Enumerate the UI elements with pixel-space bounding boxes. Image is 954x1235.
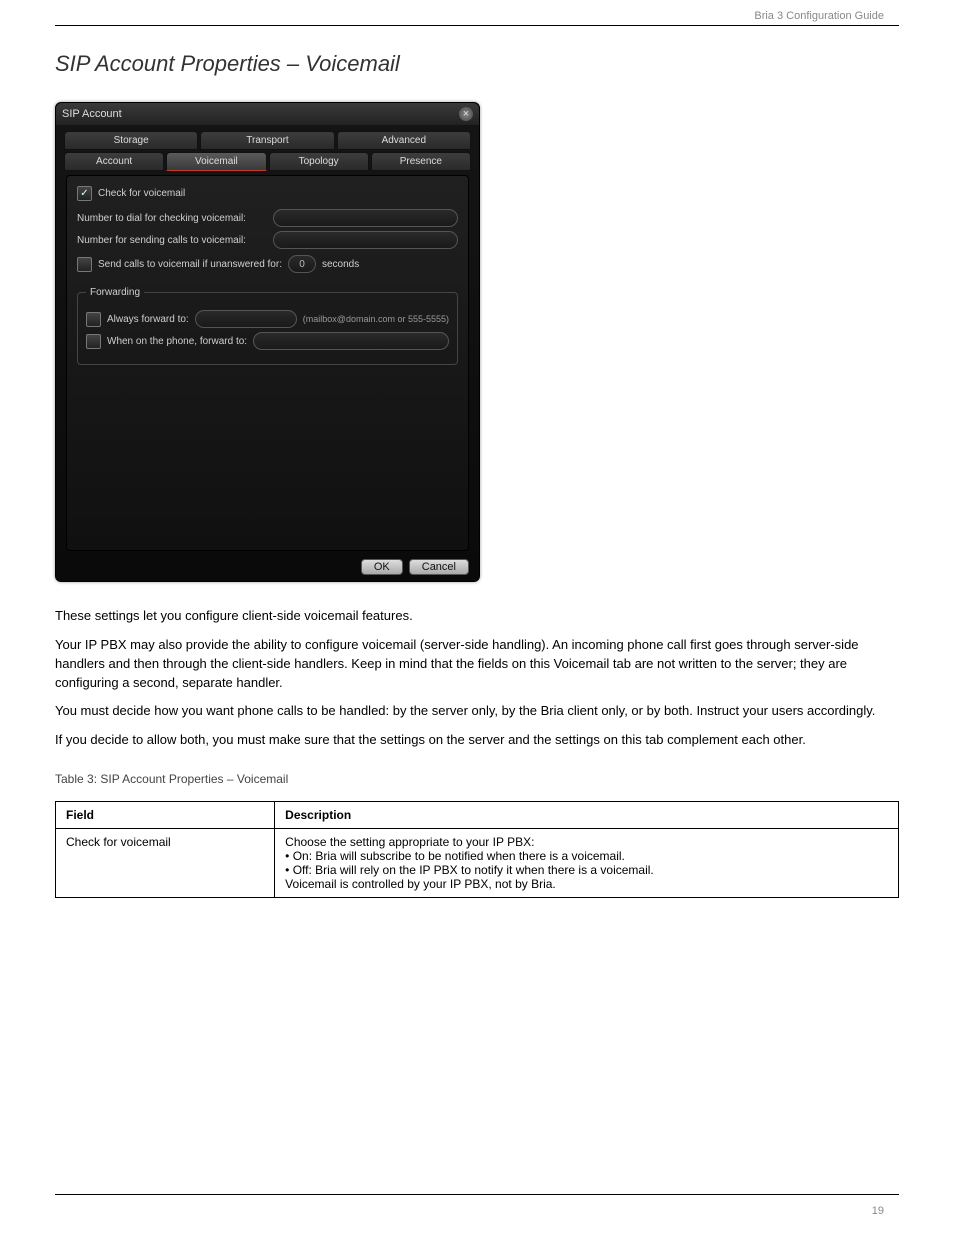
table-caption: Table 3: SIP Account Properties – Voicem… bbox=[55, 772, 899, 786]
cell-description: Choose the setting appropriate to your I… bbox=[275, 829, 899, 898]
page-number: 19 bbox=[872, 1205, 884, 1217]
num-dial-input[interactable] bbox=[273, 209, 458, 227]
cell-desc-tail: Voicemail is controlled by your IP PBX, … bbox=[285, 877, 556, 891]
table-header-row: Field Description bbox=[56, 802, 899, 829]
send-unanswered-label: Send calls to voicemail if unanswered fo… bbox=[98, 259, 282, 270]
tab-label: Advanced bbox=[382, 135, 426, 146]
always-forward-hint: (mailbox@domain.com or 555-5555) bbox=[303, 314, 449, 324]
cell-desc-bullet: Off: Bria will rely on the IP PBX to not… bbox=[293, 863, 654, 877]
para-3: You must decide how you want phone calls… bbox=[55, 702, 899, 721]
tab-storage[interactable]: Storage bbox=[64, 131, 198, 150]
para-4: If you decide to allow both, you must ma… bbox=[55, 731, 899, 750]
on-phone-forward-input[interactable] bbox=[253, 332, 449, 350]
header-right: Bria 3 Configuration Guide bbox=[754, 10, 884, 22]
properties-table: Field Description Check for voicemail Ch… bbox=[55, 801, 899, 898]
bottom-rule bbox=[55, 1194, 899, 1195]
always-forward-checkbox[interactable] bbox=[86, 312, 101, 327]
tab-label: Presence bbox=[400, 156, 442, 167]
th-description: Description bbox=[275, 802, 899, 829]
tab-label: Storage bbox=[114, 135, 149, 146]
tab-label: Transport bbox=[246, 135, 288, 146]
tab-label: Account bbox=[96, 156, 132, 167]
seconds-input[interactable]: 0 bbox=[288, 255, 316, 273]
dialog-titlebar: SIP Account × bbox=[56, 103, 479, 125]
on-phone-forward-checkbox[interactable] bbox=[86, 334, 101, 349]
dialog-title: SIP Account bbox=[62, 108, 122, 120]
cell-field: Check for voicemail bbox=[56, 829, 275, 898]
close-icon[interactable]: × bbox=[459, 107, 473, 121]
tab-label: Topology bbox=[299, 156, 339, 167]
para-1: These settings let you configure client-… bbox=[55, 607, 899, 626]
check-for-voicemail-checkbox[interactable] bbox=[77, 186, 92, 201]
cell-desc-bullet: On: Bria will subscribe to be notified w… bbox=[293, 849, 625, 863]
tab-presence[interactable]: Presence bbox=[371, 152, 471, 171]
num-dial-label: Number to dial for checking voicemail: bbox=[77, 213, 267, 224]
tab-account[interactable]: Account bbox=[64, 152, 164, 171]
always-forward-label: Always forward to: bbox=[107, 314, 189, 325]
section-title: SIP Account Properties – Voicemail bbox=[55, 51, 899, 77]
sip-account-dialog: SIP Account × Storage Transport Advanced… bbox=[55, 102, 480, 582]
table-row: Check for voicemail Choose the setting a… bbox=[56, 829, 899, 898]
tab-transport[interactable]: Transport bbox=[200, 131, 334, 150]
num-send-label: Number for sending calls to voicemail: bbox=[77, 235, 267, 246]
tab-voicemail[interactable]: Voicemail bbox=[166, 152, 266, 171]
tab-label: Voicemail bbox=[195, 156, 238, 167]
th-field: Field bbox=[56, 802, 275, 829]
check-for-voicemail-label: Check for voicemail bbox=[98, 188, 185, 199]
cancel-button[interactable]: Cancel bbox=[409, 559, 469, 575]
tab-advanced[interactable]: Advanced bbox=[337, 131, 471, 150]
on-phone-forward-label: When on the phone, forward to: bbox=[107, 336, 247, 347]
always-forward-input[interactable] bbox=[195, 310, 297, 328]
num-send-input[interactable] bbox=[273, 231, 458, 249]
cell-desc-line: Choose the setting appropriate to your I… bbox=[285, 835, 534, 849]
tab-topology[interactable]: Topology bbox=[269, 152, 369, 171]
send-unanswered-checkbox[interactable] bbox=[77, 257, 92, 272]
forwarding-legend: Forwarding bbox=[86, 287, 144, 298]
dialog-body: Check for voicemail Number to dial for c… bbox=[66, 175, 469, 551]
top-rule bbox=[55, 25, 899, 26]
seconds-suffix: seconds bbox=[322, 259, 359, 270]
tab-container: Storage Transport Advanced Account Voice… bbox=[56, 125, 479, 171]
ok-button[interactable]: OK bbox=[361, 559, 403, 575]
forwarding-group: Forwarding Always forward to: (mailbox@d… bbox=[77, 287, 458, 365]
para-2: Your IP PBX may also provide the ability… bbox=[55, 636, 899, 693]
